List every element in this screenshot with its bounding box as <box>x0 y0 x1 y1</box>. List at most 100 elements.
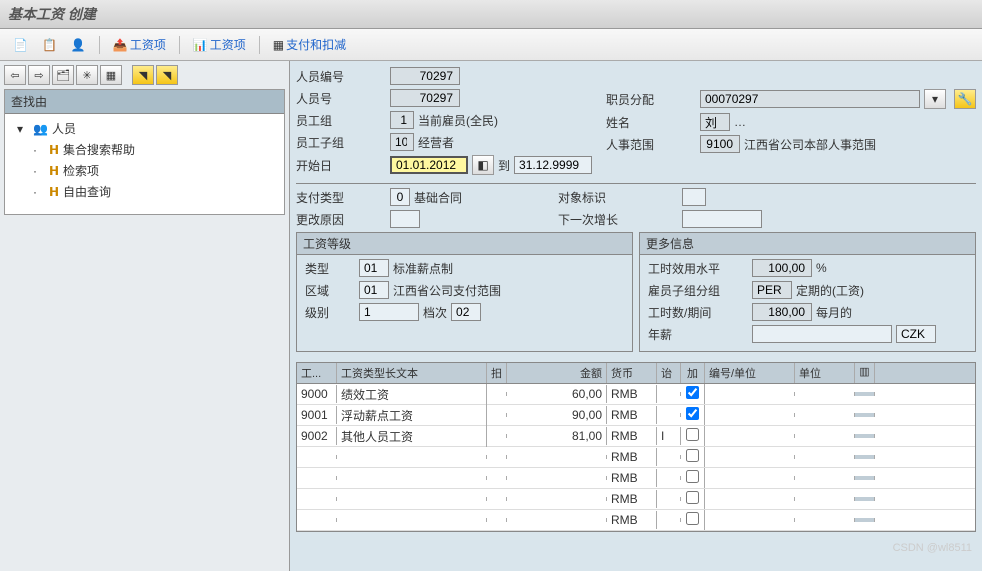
cell-text[interactable]: 浮动薪点工资 <box>337 405 487 426</box>
cell-amount[interactable]: 90,00 <box>507 406 607 424</box>
cell-unit[interactable] <box>795 497 855 501</box>
cell-unit[interactable] <box>795 518 855 522</box>
table-row[interactable]: 9001浮动薪点工资90,00RMB <box>297 405 975 426</box>
cell-3[interactable] <box>487 413 507 417</box>
ltb-hier-icon[interactable]: 🗂 <box>52 65 74 85</box>
ltb-star-icon[interactable]: ✳ <box>76 65 98 85</box>
cell-num[interactable] <box>705 518 795 522</box>
cell-num[interactable] <box>705 434 795 438</box>
cell-chk[interactable] <box>681 447 705 467</box>
inp-step[interactable] <box>451 303 481 321</box>
org-assign-button[interactable]: 🔧 <box>954 89 976 109</box>
inp-caputil[interactable] <box>752 259 812 277</box>
cell-3[interactable] <box>487 434 507 438</box>
cell-flag[interactable] <box>657 413 681 417</box>
th-text[interactable]: 工资类型长文本 <box>337 363 487 383</box>
inp-level[interactable] <box>359 303 419 321</box>
row-scroll[interactable] <box>855 455 875 459</box>
cell-chk[interactable] <box>681 489 705 509</box>
cell-3[interactable] <box>487 476 507 480</box>
row-scroll[interactable] <box>855 434 875 438</box>
tree-root[interactable]: ▾ 👥 人员 <box>9 118 280 139</box>
cell-chk[interactable] <box>681 510 705 530</box>
tree-item[interactable]: ·𝗛集合搜索帮助 <box>9 139 280 160</box>
inp-name[interactable] <box>700 113 730 131</box>
cell-amount[interactable] <box>507 476 607 480</box>
cell-num[interactable] <box>705 392 795 396</box>
th-cur[interactable]: 货币 <box>607 363 657 383</box>
inp-annual-cur[interactable] <box>896 325 936 343</box>
row-scroll[interactable] <box>855 476 875 480</box>
ltb-right-icon[interactable]: ⇨ <box>28 65 50 85</box>
inp-change-reason[interactable] <box>390 210 420 228</box>
cell-num[interactable] <box>705 413 795 417</box>
table-row[interactable]: 9000绩效工资60,00RMB <box>297 384 975 405</box>
cell-unit[interactable] <box>795 413 855 417</box>
cell-amount[interactable]: 60,00 <box>507 385 607 403</box>
cell-code[interactable] <box>297 455 337 459</box>
tb-wage-levels[interactable]: 📊 工资项 <box>188 33 251 56</box>
cell-code[interactable] <box>297 518 337 522</box>
row-checkbox[interactable] <box>686 491 699 504</box>
cell-code[interactable] <box>297 497 337 501</box>
inp-annual[interactable] <box>752 325 892 343</box>
table-row[interactable]: RMB <box>297 489 975 510</box>
row-scroll[interactable] <box>855 392 875 396</box>
assign-dropdown-icon[interactable]: ▾ <box>924 89 946 109</box>
tb-copy-icon[interactable]: 📋 <box>37 35 62 55</box>
inp-assign[interactable] <box>700 90 920 108</box>
cell-text[interactable]: 其他人员工资 <box>337 426 487 447</box>
th-col3[interactable]: 抇 <box>487 363 507 383</box>
cell-flag[interactable] <box>657 392 681 396</box>
table-row[interactable]: 9002其他人员工资81,00RMBI <box>297 426 975 447</box>
tree-item[interactable]: ·𝗛检索项 <box>9 160 280 181</box>
date-picker-icon[interactable]: ◧ <box>472 155 494 175</box>
row-scroll[interactable] <box>855 497 875 501</box>
tree-item[interactable]: ·𝗛自由查询 <box>9 181 280 202</box>
table-row[interactable]: RMB <box>297 468 975 489</box>
cell-text[interactable]: 绩效工资 <box>337 384 487 405</box>
th-unit[interactable]: 单位 <box>795 363 855 383</box>
row-scroll[interactable] <box>855 413 875 417</box>
table-row[interactable]: RMB <box>297 447 975 468</box>
cell-text[interactable] <box>337 476 487 480</box>
cell-code[interactable]: 9002 <box>297 427 337 445</box>
cell-text[interactable] <box>337 497 487 501</box>
row-checkbox[interactable] <box>686 470 699 483</box>
inp-end-date[interactable] <box>514 156 592 174</box>
inp-ee[interactable] <box>752 281 792 299</box>
cell-unit[interactable] <box>795 434 855 438</box>
cell-cur[interactable]: RMB <box>607 511 657 529</box>
inp-person-id[interactable] <box>390 89 460 107</box>
table-config-icon[interactable]: ▥ <box>855 363 875 383</box>
row-scroll[interactable] <box>855 518 875 522</box>
cell-amount[interactable] <box>507 518 607 522</box>
cell-unit[interactable] <box>795 392 855 396</box>
row-checkbox[interactable] <box>686 449 699 462</box>
cell-num[interactable] <box>705 455 795 459</box>
inp-pay-type[interactable] <box>390 188 410 206</box>
cell-flag[interactable] <box>657 497 681 501</box>
cell-cur[interactable]: RMB <box>607 448 657 466</box>
cell-num[interactable] <box>705 476 795 480</box>
inp-hr-area[interactable] <box>700 135 740 153</box>
cell-flag[interactable]: I <box>657 427 681 445</box>
th-add[interactable]: 加 <box>681 363 705 383</box>
table-row[interactable]: RMB <box>297 510 975 531</box>
row-checkbox[interactable] <box>686 428 699 441</box>
inp-type[interactable] <box>359 259 389 277</box>
row-checkbox[interactable] <box>686 407 699 420</box>
cell-chk[interactable] <box>681 405 705 425</box>
cell-cur[interactable]: RMB <box>607 406 657 424</box>
inp-hours[interactable] <box>752 303 812 321</box>
cell-text[interactable] <box>337 455 487 459</box>
cell-text[interactable] <box>337 518 487 522</box>
tb-wage-item[interactable]: 📤 工资项 <box>108 33 171 56</box>
cell-chk[interactable] <box>681 426 705 446</box>
tree-collapse-icon[interactable]: ▾ <box>17 122 29 136</box>
inp-region[interactable] <box>359 281 389 299</box>
cell-flag[interactable] <box>657 455 681 459</box>
ltb-left-icon[interactable]: ⇦ <box>4 65 26 85</box>
cell-cur[interactable]: RMB <box>607 469 657 487</box>
tb-doc-icon[interactable]: 📄 <box>8 35 33 55</box>
